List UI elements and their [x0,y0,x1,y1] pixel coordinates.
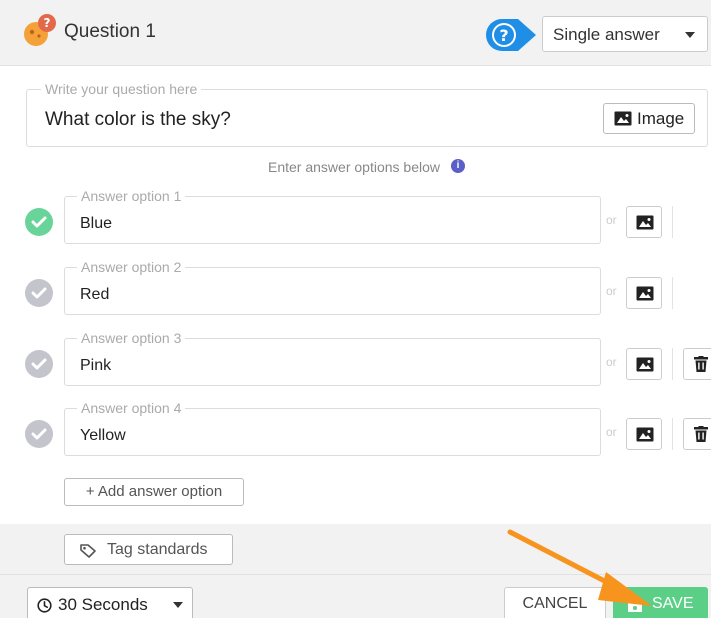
question-header: ? Question 1 ? Single answer [0,0,711,66]
trash-icon [694,356,708,372]
answer-type-select[interactable]: Single answer [542,16,708,52]
info-icon[interactable]: i [451,159,465,173]
chevron-down-icon [685,32,695,38]
question-title: Question 1 [64,21,156,42]
answer-option-field[interactable]: Answer option 3 Pink [64,330,601,386]
question-text[interactable]: What color is the sky? [45,109,231,131]
add-answer-image-button[interactable] [626,348,662,380]
answer-option-text[interactable]: Blue [80,215,112,233]
add-answer-image-button[interactable] [626,206,662,238]
answer-row: Answer option 2 Red or [0,259,711,319]
answer-option-legend: Answer option 3 [77,330,186,346]
answer-option-text[interactable]: Red [80,286,109,304]
add-answer-image-button[interactable] [626,277,662,309]
row-divider [672,206,673,238]
row-divider [672,418,673,450]
help-question-icon: ? [486,19,536,51]
image-icon [614,111,632,126]
answer-option-text[interactable]: Pink [80,357,111,375]
add-question-image-button[interactable]: Image [603,103,695,134]
or-label: or [606,284,617,298]
image-icon [636,357,654,372]
quiz-logo-icon: ? [22,12,58,48]
clock-icon [37,598,52,613]
help-badge[interactable]: ? [484,17,540,53]
question-field[interactable]: Write your question here What color is t… [26,81,708,147]
answer-option-field[interactable]: Answer option 1 Blue [64,188,601,244]
correct-answer-toggle[interactable] [25,350,53,378]
check-icon [31,216,47,228]
correct-answer-toggle[interactable] [25,279,53,307]
answer-options-hint: Enter answer options below [268,159,440,175]
or-label: or [606,425,617,439]
save-button[interactable]: SAVE [613,587,708,618]
image-icon [636,286,654,301]
cancel-button[interactable]: CANCEL [504,587,606,618]
add-answer-image-button[interactable] [626,418,662,450]
row-divider [672,348,673,380]
floppy-disk-icon [628,598,642,612]
trash-icon [694,426,708,442]
answer-row: Answer option 1 Blue or [0,188,711,248]
tag-standards-label: Tag standards [107,541,208,558]
question-field-legend: Write your question here [41,81,202,97]
answer-option-field[interactable]: Answer option 4 Yellow [64,400,601,456]
answer-option-legend: Answer option 4 [77,400,186,416]
image-button-label: Image [637,109,685,128]
editor-footer: 30 Seconds CANCEL SAVE [0,574,711,618]
row-divider [672,277,673,309]
correct-answer-toggle[interactable] [25,420,53,448]
answer-option-legend: Answer option 1 [77,188,186,204]
check-icon [31,287,47,299]
delete-answer-button[interactable] [683,348,711,380]
answer-option-legend: Answer option 2 [77,259,186,275]
time-limit-select[interactable]: 30 Seconds [27,587,193,618]
save-button-label: SAVE [652,595,694,612]
image-icon [636,427,654,442]
svg-text:?: ? [499,26,508,45]
image-icon [636,215,654,230]
add-answer-option-button[interactable]: + Add answer option [64,478,244,506]
tag-icon [80,544,96,558]
answer-row: Answer option 4 Yellow or [0,400,711,460]
tag-standards-button[interactable]: Tag standards [64,534,233,565]
svg-text:?: ? [44,16,51,30]
answer-type-value: Single answer [553,25,660,44]
or-label: or [606,355,617,369]
answer-option-text[interactable]: Yellow [80,427,126,445]
tag-standards-bar: Tag standards [0,524,711,574]
delete-answer-button[interactable] [683,418,711,450]
time-limit-value: 30 Seconds [58,595,148,614]
answer-option-field[interactable]: Answer option 2 Red [64,259,601,315]
or-label: or [606,213,617,227]
chevron-down-icon [173,602,183,608]
check-icon [31,358,47,370]
correct-answer-toggle[interactable] [25,208,53,236]
answer-row: Answer option 3 Pink or [0,330,711,390]
check-icon [31,428,47,440]
